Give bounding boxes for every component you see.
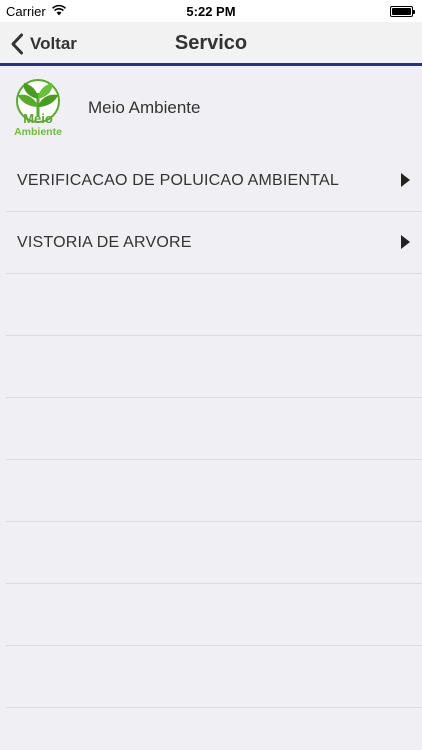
- navigation-bar: Voltar Servico: [0, 22, 422, 66]
- empty-row: [6, 336, 422, 398]
- logo-text-bottom: Ambiente: [14, 126, 62, 137]
- category-header: Meio Ambiente Meio Ambiente: [0, 69, 422, 147]
- empty-row: [6, 646, 422, 708]
- status-time: 5:22 PM: [186, 4, 236, 19]
- category-name: Meio Ambiente: [88, 98, 201, 117]
- empty-row: [6, 522, 422, 584]
- service-row-verificacao[interactable]: VERIFICACAO DE POLUICAO AMBIENTAL: [6, 150, 422, 212]
- empty-row: [6, 460, 422, 522]
- page-title: Servico: [174, 32, 248, 54]
- empty-row: [6, 584, 422, 646]
- status-bar: Carrier 5:22 PM: [0, 0, 422, 22]
- triangle-right-icon: [401, 173, 410, 187]
- triangle-right-icon: [401, 235, 410, 249]
- empty-row: [6, 398, 422, 460]
- service-label: VERIFICACAO DE POLUICAO AMBIENTAL: [17, 172, 339, 189]
- battery-full-icon: [390, 6, 415, 17]
- service-row-vistoria[interactable]: VISTORIA DE ARVORE: [6, 212, 422, 274]
- service-list: VERIFICACAO DE POLUICAO AMBIENTAL VISTOR…: [0, 150, 422, 708]
- logo-text-top: Meio: [23, 111, 53, 126]
- service-label: VISTORIA DE ARVORE: [17, 234, 192, 251]
- meio-ambiente-logo-icon: Meio Ambiente: [14, 79, 62, 137]
- empty-row: [6, 274, 422, 336]
